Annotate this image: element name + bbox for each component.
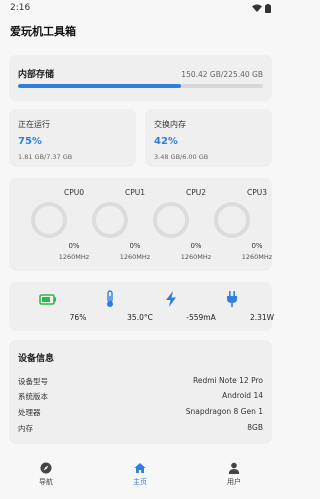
cpu-usage-ring xyxy=(153,202,189,238)
cpu-core-usage: 0% xyxy=(190,242,202,250)
cpu-usage-ring xyxy=(214,202,250,238)
cpu-core-freq: 1260MHz xyxy=(58,253,90,261)
ram-card[interactable]: 正在运行 75% 1.81 GB/7.37 GB xyxy=(9,109,136,167)
device-info-row: 设备型号 Redmi Note 12 Pro xyxy=(18,376,263,387)
power-value: 2.31W xyxy=(249,313,275,322)
ram-detail: 1.81 GB/7.37 GB xyxy=(18,153,73,161)
battery-icon xyxy=(39,294,56,305)
home-icon xyxy=(134,463,146,473)
device-info-row: 内存 8GB xyxy=(18,423,263,434)
device-info-key: 设备型号 xyxy=(18,377,48,386)
cpu-core-name: CPU3 xyxy=(246,188,268,197)
cpu-core-usage: 0% xyxy=(129,242,141,250)
sensors-card[interactable]: 76% 35.0°C -559mA 2.31W xyxy=(9,282,274,331)
bottom-navigation: 导航 主页 用户 xyxy=(0,452,281,499)
nav-label: 用户 xyxy=(227,478,241,486)
swap-label: 交换内存 xyxy=(154,120,186,129)
cpu-core-usage: 0% xyxy=(251,242,263,250)
user-icon xyxy=(228,462,240,474)
cpu-core-name: CPU2 xyxy=(185,188,207,197)
swap-card[interactable]: 交换内存 42% 3.48 GB/6.00 GB xyxy=(145,109,272,167)
device-info-title: 设备信息 xyxy=(18,354,55,364)
cpu-core-usage: 0% xyxy=(68,242,80,250)
device-info-value: Redmi Note 12 Pro xyxy=(193,376,263,385)
storage-progress-bar xyxy=(18,84,263,88)
current-sensor: -559mA xyxy=(141,282,216,331)
cpu-core-name: CPU0 xyxy=(63,188,85,197)
nav-item-home[interactable]: 主页 xyxy=(110,458,170,487)
nav-label: 导航 xyxy=(39,478,53,486)
device-info-row: 系统版本 Android 14 xyxy=(18,391,263,402)
swap-detail: 3.48 GB/6.00 GB xyxy=(154,153,209,161)
ram-label: 正在运行 xyxy=(18,120,50,129)
app-bar: 爱玩机工具箱 xyxy=(0,16,281,46)
cpu-card[interactable]: CPU0 0% 1260MHz CPU1 0% 1260MHz CPU2 0% … xyxy=(9,178,272,271)
thermometer-icon xyxy=(107,290,113,307)
storage-progress-fill xyxy=(18,84,182,88)
cpu-core-freq: 1260MHz xyxy=(180,253,212,261)
power-sensor: 2.31W xyxy=(202,282,274,331)
compass-icon xyxy=(40,462,52,474)
device-info-row: 处理器 Snapdragon 8 Gen 1 xyxy=(18,407,263,418)
device-info-card[interactable]: 设备信息 设备型号 Redmi Note 12 Pro 系统版本 Android… xyxy=(9,340,272,444)
storage-value: 150.42 GB/225.40 GB xyxy=(181,70,263,79)
device-info-value: 8GB xyxy=(247,423,263,432)
status-icons xyxy=(252,3,271,13)
device-info-key: 处理器 xyxy=(18,408,41,417)
cpu-usage-ring xyxy=(92,202,128,238)
nav-label: 主页 xyxy=(133,478,147,486)
temperature-sensor: 35.0°C xyxy=(80,282,153,331)
device-info-value: Snapdragon 8 Gen 1 xyxy=(185,407,263,416)
battery-status-icon xyxy=(265,3,271,13)
cpu-core-freq: 1260MHz xyxy=(119,253,151,261)
swap-percent: 42% xyxy=(154,136,178,147)
plug-icon xyxy=(227,291,237,307)
storage-title: 内部存储 xyxy=(18,70,55,80)
nav-item-navigation[interactable]: 导航 xyxy=(16,458,76,487)
status-time: 2:16 xyxy=(10,3,31,13)
storage-card[interactable]: 内部存储 150.42 GB/225.40 GB xyxy=(9,55,272,101)
status-bar: 2:16 xyxy=(0,0,281,16)
device-info-value: Android 14 xyxy=(222,391,263,400)
battery-sensor: 76% xyxy=(18,282,86,331)
bolt-icon xyxy=(166,291,176,307)
device-info-key: 内存 xyxy=(18,424,33,433)
device-info-key: 系统版本 xyxy=(18,392,48,401)
nav-item-user[interactable]: 用户 xyxy=(204,458,264,487)
cpu-core-freq: 1260MHz xyxy=(241,253,273,261)
cpu-usage-ring xyxy=(31,202,67,238)
ram-percent: 75% xyxy=(18,136,42,147)
wifi-icon xyxy=(252,4,262,12)
cpu-core-name: CPU1 xyxy=(124,188,146,197)
app-title: 爱玩机工具箱 xyxy=(10,25,76,38)
